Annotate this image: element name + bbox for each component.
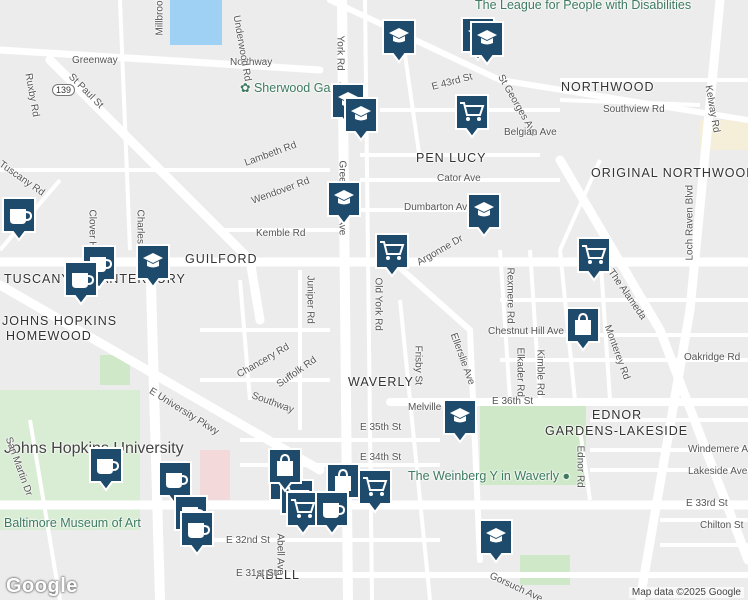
map-canvas[interactable]: GUILFORD PEN LUCY NORTHWOOD ORIGINAL NOR…: [0, 0, 748, 600]
neighborhood-northwood: NORTHWOOD: [561, 80, 655, 94]
cafe-marker[interactable]: [0, 196, 38, 242]
school-icon: [382, 19, 416, 64]
shopping-cart-icon: [375, 233, 409, 278]
street-kemble-rd: Kemble Rd: [256, 228, 306, 239]
street-loch-raven-blvd: Loch Raven Blvd: [684, 184, 696, 261]
poi-baltimore-museum-of-art[interactable]: Baltimore Museum of Art: [4, 516, 141, 530]
street-greenway: Greenway: [72, 55, 118, 66]
street-kimble-rd: Kimble Rd: [534, 349, 546, 396]
school-icon: [327, 181, 361, 226]
neighborhood-pen-lucy: PEN LUCY: [416, 151, 487, 165]
street-e-35th-st: E 35th St: [360, 422, 402, 433]
street-rexmere-rd: Rexmere Rd: [504, 267, 516, 324]
neighborhood-original-northwood: ORIGINAL NORTHWOOD: [591, 166, 748, 180]
street-e-36th-st: E 36th St: [492, 396, 534, 407]
cafe-icon: [180, 511, 214, 556]
school-marker[interactable]: [465, 192, 503, 238]
street-e-34th-st: E 34th St: [360, 452, 402, 463]
street-chestnut-hill-ave: Chestnut Hill Ave: [488, 326, 564, 337]
google-logo: Google: [6, 575, 78, 597]
neighborhood-tuscany: TUSCANY: [4, 272, 71, 286]
street-dumbarton-ave: Dumbarton Ave: [404, 202, 473, 213]
route-139-shield: 139: [52, 84, 76, 96]
school-marker[interactable]: [134, 243, 172, 289]
street-e-33rd-st: E 33rd St: [686, 498, 728, 509]
flower-icon: ✿: [240, 81, 251, 95]
neighborhood-johns-hopkins: JOHNS HOPKINS: [2, 314, 118, 328]
cafe-marker[interactable]: [178, 510, 216, 556]
shopping-bag-icon: [268, 448, 302, 493]
school-icon: [467, 193, 501, 238]
school-marker[interactable]: [380, 18, 418, 64]
street-ednor-rd: Ednor Rd: [574, 445, 586, 488]
neighborhood-homewood: HOMEWOOD: [6, 329, 92, 343]
shopping-cart-marker[interactable]: [575, 236, 613, 282]
street-old-york-rd: Old York Rd: [372, 277, 384, 331]
school-icon: [443, 399, 477, 444]
school-marker[interactable]: [325, 180, 363, 226]
cafe-marker[interactable]: [62, 260, 100, 306]
school-icon: [479, 519, 513, 564]
shopping-cart-marker[interactable]: [373, 232, 411, 278]
school-marker[interactable]: [342, 96, 380, 142]
street-cator-ave: Cator Ave: [437, 173, 481, 184]
street-oakridge-rd: Oakridge Rd: [684, 352, 741, 363]
map-attribution[interactable]: Map data ©2025 Google: [628, 587, 744, 598]
track-field: [520, 555, 570, 585]
shopping-cart-icon: [455, 94, 489, 139]
street-juniper-rd: Juniper Rd: [304, 275, 316, 324]
street-elkader-rd: Elkader Rd: [514, 347, 526, 397]
shopping-bag-icon: [566, 307, 600, 352]
street-chilton-st: Chilton St: [700, 520, 744, 531]
street-southview-rd: Southview Rd: [603, 104, 665, 115]
street-e-31st-st: E 31st St: [236, 568, 277, 579]
shopping-bag-marker[interactable]: [564, 306, 602, 352]
street-northway: Northway: [230, 57, 273, 68]
neighborhood-ednor: EDNOR: [592, 408, 643, 422]
gym-pin-icon: ●: [562, 469, 571, 483]
neighborhood-gardens-lakeside: GARDENS-LAKESIDE: [545, 424, 689, 438]
poi-league-for-people[interactable]: The League for People with Disabilities: [475, 0, 691, 12]
street-millbrook-rd: Millbrook Rd: [154, 0, 166, 36]
school-marker[interactable]: [468, 20, 506, 66]
street-frisby-st: Frisby St: [412, 345, 424, 385]
school-icon: [344, 97, 378, 142]
poi-weinberg-y[interactable]: The Weinberg Y in Waverly ●: [408, 469, 570, 483]
building-area: [200, 450, 230, 500]
street-belgian-ave: Belgian Ave: [504, 127, 557, 138]
reservoir-water: [170, 0, 222, 45]
school-marker[interactable]: [477, 518, 515, 564]
street-e-32nd-st: E 32nd St: [226, 535, 270, 546]
cafe-icon: [2, 197, 36, 242]
shopping-bag-marker[interactable]: [266, 447, 304, 493]
street-windemere-ave: Windemere Ave: [688, 444, 748, 455]
street-york-rd: York Rd: [334, 35, 346, 71]
cafe-marker[interactable]: [313, 490, 351, 536]
cafe-icon: [64, 261, 98, 306]
neighborhood-guilford: GUILFORD: [185, 252, 258, 266]
shopping-cart-marker[interactable]: [453, 93, 491, 139]
school-icon: [136, 244, 170, 289]
cafe-icon: [315, 491, 349, 536]
street-lakeside-ave: Lakeside Ave: [688, 466, 748, 477]
neighborhood-waverly: WAVERLY: [348, 375, 414, 389]
school-icon: [470, 21, 504, 66]
cafe-marker[interactable]: [87, 446, 125, 492]
school-marker[interactable]: [441, 398, 479, 444]
shopping-cart-icon: [577, 237, 611, 282]
cafe-icon: [89, 447, 123, 492]
